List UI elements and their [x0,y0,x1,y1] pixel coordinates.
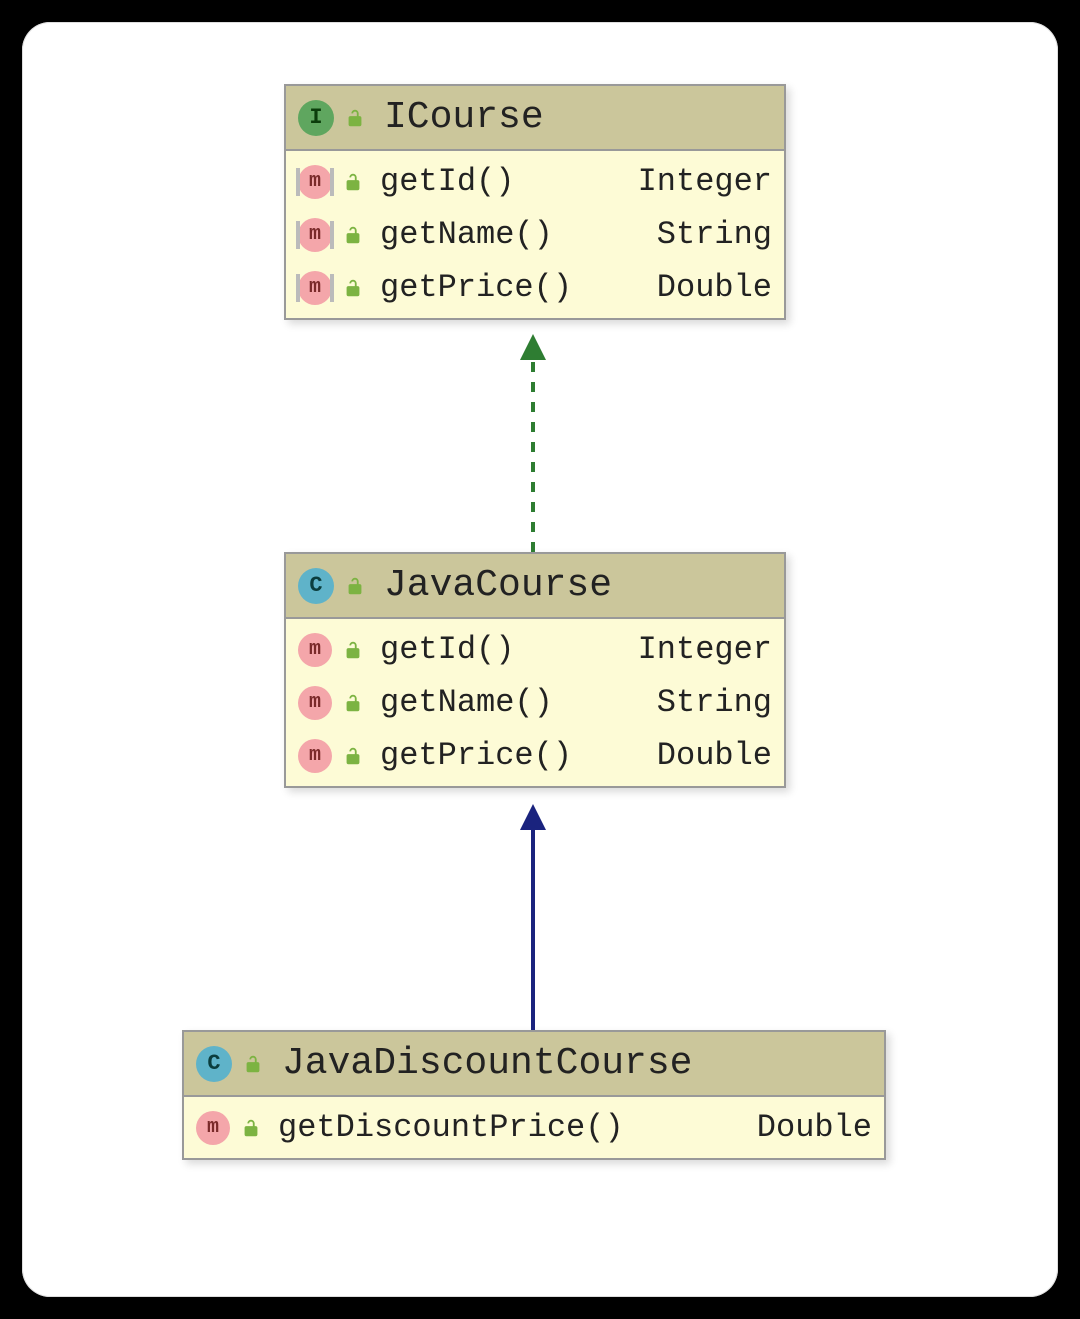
unlock-icon [242,1053,264,1075]
uml-body-javacourse: m getId() Integer m getName() String m g… [286,619,784,786]
uml-title: ICourse [384,96,544,139]
uml-method-row: m getName() String [286,676,784,729]
unlock-icon [344,575,366,597]
return-type: String [657,216,772,253]
uml-box-javacourse: C JavaCourse m getId() Integer m getName… [284,552,786,788]
return-type: Double [657,737,772,774]
method-icon: m [298,739,332,773]
return-type: Integer [638,163,772,200]
uml-method-row: m getDiscountPrice() Double [184,1101,884,1154]
uml-title: JavaDiscountCourse [282,1042,692,1085]
unlock-icon [342,277,364,299]
uml-box-icourse: I ICourse m getId() Integer m getName() … [284,84,786,320]
unlock-icon [342,745,364,767]
method-icon: m [298,271,332,305]
method-icon: m [196,1111,230,1145]
unlock-icon [344,107,366,129]
uml-method-row: m getName() String [286,208,784,261]
uml-method-row: m getId() Integer [286,623,784,676]
unlock-icon [240,1117,262,1139]
method-icon: m [298,218,332,252]
method-name: getPrice() [380,737,641,774]
uml-header-javadiscountcourse: C JavaDiscountCourse [184,1032,884,1097]
return-type: Integer [638,631,772,668]
uml-method-row: m getId() Integer [286,155,784,208]
method-name: getId() [380,163,622,200]
method-icon: m [298,633,332,667]
uml-header-javacourse: C JavaCourse [286,554,784,619]
uml-body-icourse: m getId() Integer m getName() String m g… [286,151,784,318]
class-icon: C [196,1046,232,1082]
method-icon: m [298,165,332,199]
diagram-canvas: I ICourse m getId() Integer m getName() … [22,22,1058,1297]
method-name: getName() [380,216,641,253]
return-type: Double [657,269,772,306]
interface-icon: I [298,100,334,136]
return-type: Double [757,1109,872,1146]
uml-header-icourse: I ICourse [286,86,784,151]
uml-method-row: m getPrice() Double [286,729,784,782]
arrow-generalization-head [520,804,546,830]
method-name: getId() [380,631,622,668]
uml-body-javadiscountcourse: m getDiscountPrice() Double [184,1097,884,1158]
unlock-icon [342,692,364,714]
method-name: getName() [380,684,641,721]
uml-method-row: m getPrice() Double [286,261,784,314]
uml-box-javadiscountcourse: C JavaDiscountCourse m getDiscountPrice(… [182,1030,886,1160]
method-name: getDiscountPrice() [278,1109,741,1146]
arrow-realization-head [520,334,546,360]
method-name: getPrice() [380,269,641,306]
unlock-icon [342,171,364,193]
unlock-icon [342,639,364,661]
return-type: String [657,684,772,721]
class-icon: C [298,568,334,604]
unlock-icon [342,224,364,246]
method-icon: m [298,686,332,720]
uml-title: JavaCourse [384,564,612,607]
